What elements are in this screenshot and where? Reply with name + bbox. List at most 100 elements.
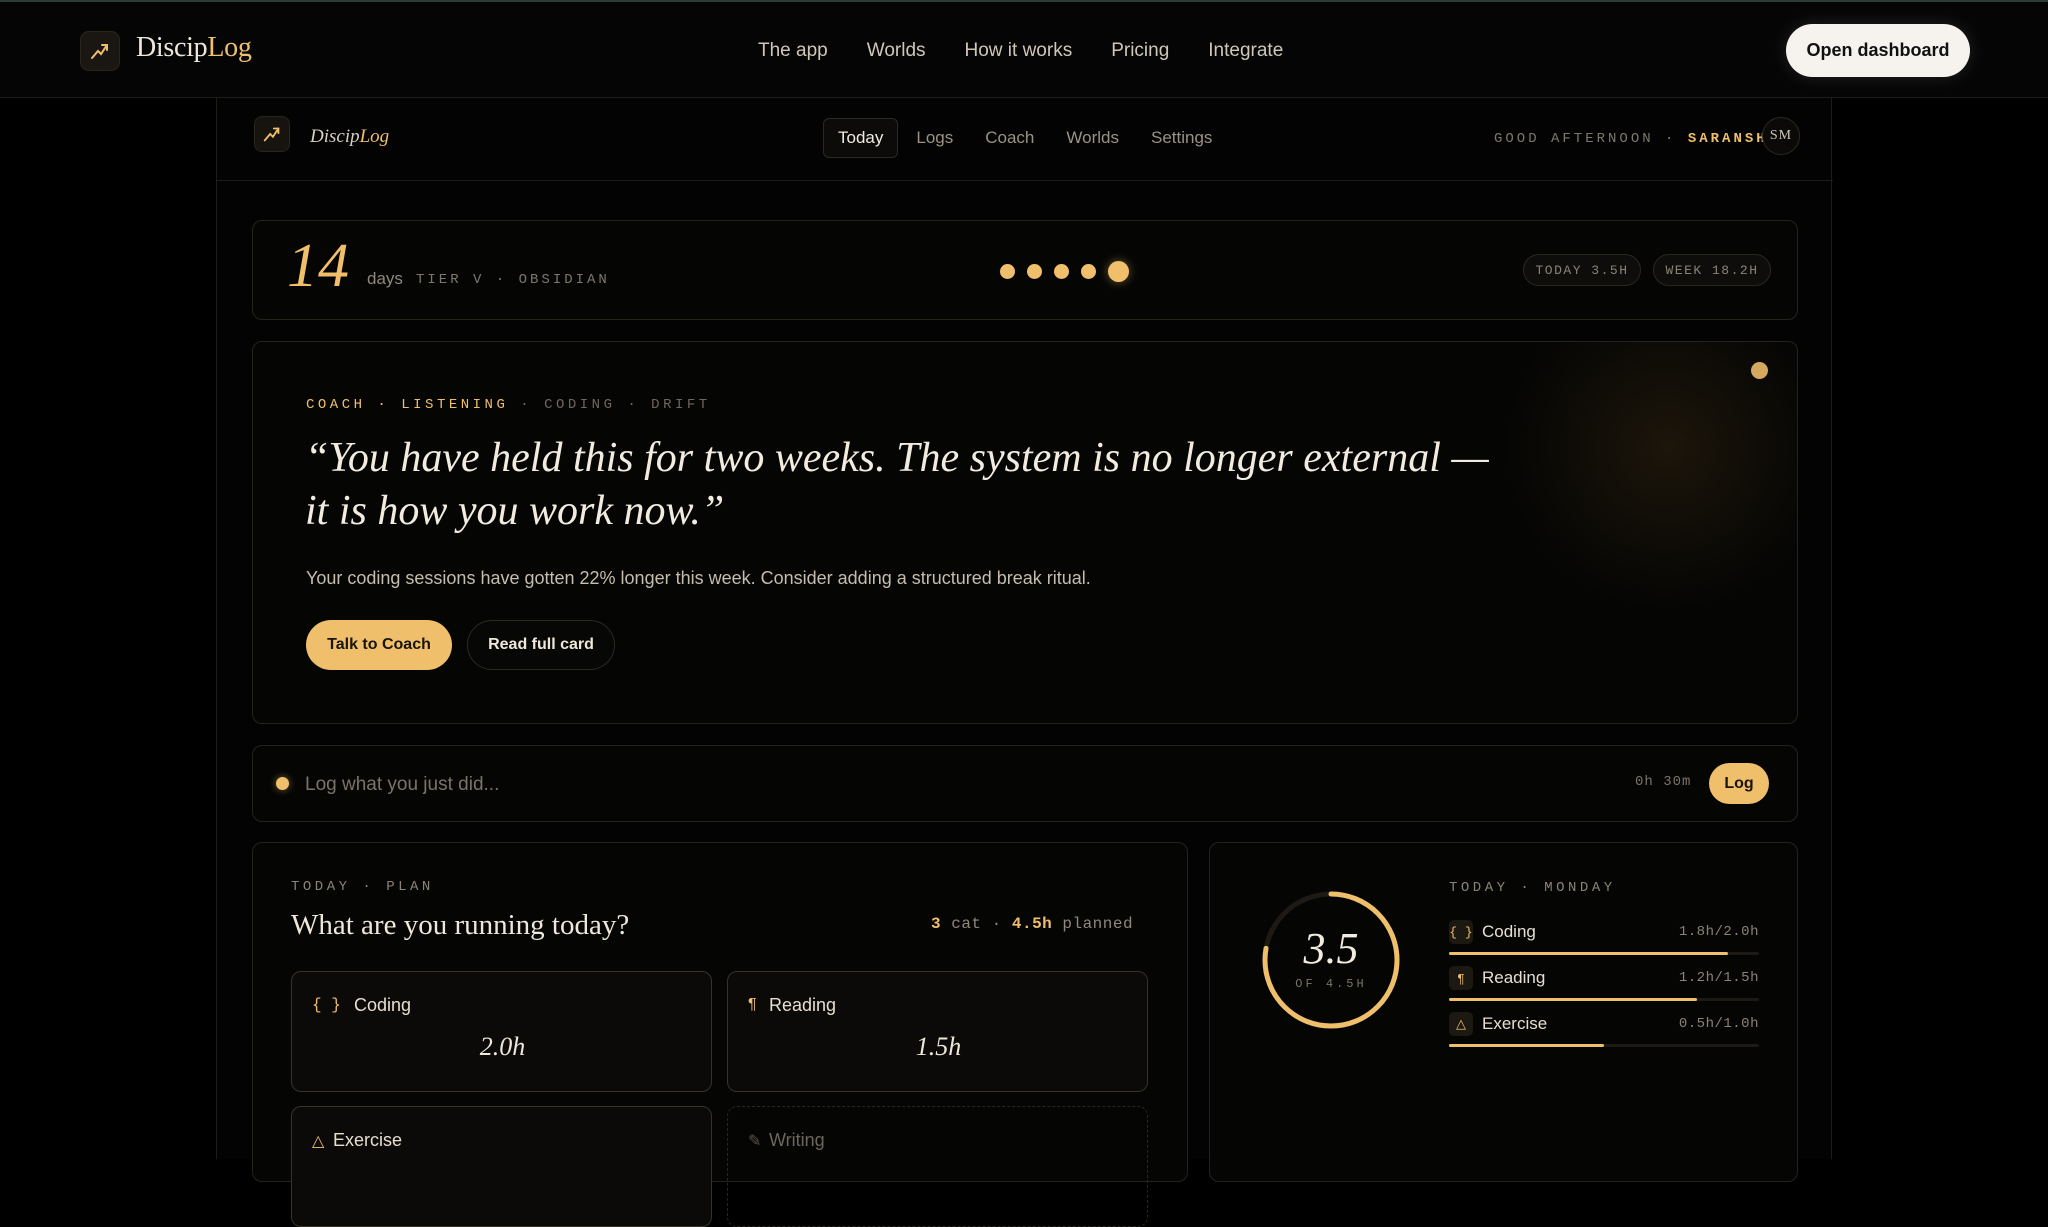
streak-unit: days <box>367 269 403 288</box>
arrow-trend-icon <box>263 127 280 142</box>
app-tabs: Today Logs Coach Worlds Settings <box>823 118 1226 158</box>
tab-today[interactable]: Today <box>823 118 899 158</box>
tile-hours: 2.0h <box>479 1032 526 1061</box>
category-row-coding[interactable]: { } Coding 1.8h/2.0h <box>1449 920 1759 962</box>
tag-context: · CODING · DRIFT <box>520 397 711 413</box>
app-logo-wordmark[interactable]: DiscipLog <box>310 126 389 148</box>
log-indicator-dot <box>276 777 289 790</box>
tab-worlds[interactable]: Worlds <box>1052 118 1133 158</box>
nav-link-pricing[interactable]: Pricing <box>1111 40 1169 62</box>
plan-tile-coding[interactable]: { } Coding 2.0h <box>291 971 712 1092</box>
category-row-exercise[interactable]: △ Exercise 0.5h/1.0h <box>1449 1012 1759 1054</box>
greeting-text: GOOD AFTERNOON <box>1494 131 1654 147</box>
today-progress-card: 3.5 OF 4.5H TODAY · MONDAY { } Coding 1.… <box>1209 842 1798 1182</box>
category-progress-fill <box>1449 952 1728 955</box>
app-header: DiscipLog Today Logs Coach Worlds Settin… <box>217 98 1833 181</box>
site-header: DiscipLog The app Worlds How it works Pr… <box>0 0 2048 98</box>
category-row-reading[interactable]: ¶ Reading 1.2h/1.5h <box>1449 966 1759 1008</box>
tab-settings[interactable]: Settings <box>1137 118 1226 158</box>
tile-name: Coding <box>354 995 412 1015</box>
log-button[interactable]: Log <box>1709 763 1769 804</box>
today-label: TODAY · MONDAY <box>1449 880 1616 896</box>
plan-planned-word: planned <box>1062 915 1134 933</box>
plan-card: TODAY · PLAN What are you running today?… <box>252 842 1188 1227</box>
category-value: 0.5h/1.0h <box>1678 1016 1759 1032</box>
category-progress-track <box>1449 998 1759 1001</box>
logo-part-a: Discip <box>310 126 360 147</box>
braces-icon: { } <box>312 996 341 1014</box>
streak-dot <box>1027 264 1042 279</box>
plan-tile-writing[interactable]: ✎ Writing <box>727 1106 1148 1227</box>
triangle-icon: △ <box>1449 1012 1473 1036</box>
streak-dot <box>1081 264 1096 279</box>
pilcrow-icon: ¶ <box>748 996 757 1013</box>
coach-glow <box>1503 342 1797 612</box>
tile-name: Reading <box>769 995 837 1015</box>
greeting-separator: · <box>1653 131 1688 147</box>
avatar[interactable]: SM <box>1762 117 1800 155</box>
log-input[interactable] <box>305 768 1305 802</box>
category-progress-fill <box>1449 998 1697 1001</box>
braces-icon: { } <box>1449 920 1473 944</box>
streak-dots <box>1000 261 1129 282</box>
log-bar: 0h 30m Log <box>252 745 1798 822</box>
category-value: 1.8h/2.0h <box>1678 924 1759 940</box>
app-logo-icon[interactable] <box>254 116 290 152</box>
tab-coach[interactable]: Coach <box>971 118 1048 158</box>
plan-summary: 3 cat · 4.5h planned <box>931 915 1133 933</box>
log-duration[interactable]: 0h 30m <box>1635 774 1691 790</box>
open-dashboard-button[interactable]: Open dashboard <box>1786 24 1970 77</box>
today-hours-badge: TODAY 3.5H <box>1523 254 1641 286</box>
pencil-icon: ✎ <box>748 1133 762 1150</box>
streak-dot-current <box>1108 261 1129 282</box>
category-value: 1.2h/1.5h <box>1678 970 1759 986</box>
plan-title: What are you running today? <box>291 909 630 941</box>
app-preview: DiscipLog Today Logs Coach Worlds Settin… <box>216 98 1833 1227</box>
streak-dot <box>1000 264 1015 279</box>
user-name: SARANSH <box>1687 131 1768 147</box>
plan-label: TODAY · PLAN <box>291 879 434 895</box>
tab-logs[interactable]: Logs <box>902 118 967 158</box>
plan-tile-reading[interactable]: ¶ Reading 1.5h <box>727 971 1148 1092</box>
category-progress-track <box>1449 1044 1759 1047</box>
logo-icon[interactable] <box>80 31 120 71</box>
greeting: GOOD AFTERNOON · SARANSH <box>1494 131 1768 147</box>
read-full-card-button[interactable]: Read full card <box>467 620 615 670</box>
tag-separator: · <box>365 397 402 413</box>
week-hours-badge: WEEK 18.2H <box>1653 254 1771 286</box>
progress-value: 3.5 <box>1303 924 1359 973</box>
progress-total: OF 4.5H <box>1295 977 1367 991</box>
logo-part-b: Log <box>207 32 252 63</box>
coach-status-dot <box>1751 362 1768 379</box>
plan-tile-exercise[interactable]: △ Exercise <box>291 1106 712 1227</box>
nav-link-integrate[interactable]: Integrate <box>1208 40 1283 62</box>
plan-cat-count: 3 <box>931 915 942 933</box>
streak-card: 14 days TIER V · OBSIDIAN TODAY 3.5H WEE… <box>252 220 1798 320</box>
pilcrow-icon: ¶ <box>1449 966 1473 990</box>
tile-name: Exercise <box>333 1130 403 1150</box>
nav-link-how-it-works[interactable]: How it works <box>965 40 1073 62</box>
category-name: Exercise <box>1482 1014 1548 1033</box>
tag-listening: LISTENING <box>401 397 509 413</box>
logo-part-a: Discip <box>136 32 208 63</box>
plan-hours: 4.5h <box>1011 915 1053 933</box>
coach-insight: Your coding sessions have gotten 22% lon… <box>306 568 1091 588</box>
plan-cat-word: cat <box>951 915 982 933</box>
category-name: Reading <box>1482 968 1546 987</box>
triangle-icon: △ <box>312 1133 325 1150</box>
nav-link-worlds[interactable]: Worlds <box>867 40 926 62</box>
streak-dot <box>1054 264 1069 279</box>
coach-tags: COACH · LISTENING · CODING · DRIFT <box>306 397 711 413</box>
tile-hours: 1.5h <box>915 1032 962 1061</box>
site-nav-links: The app Worlds How it works Pricing Inte… <box>758 40 1283 62</box>
site-logo-wordmark[interactable]: DiscipLog <box>136 32 252 64</box>
coach-card: COACH · LISTENING · CODING · DRIFT “You … <box>252 341 1798 724</box>
nav-link-the-app[interactable]: The app <box>758 40 828 62</box>
arrow-trend-icon <box>91 44 108 59</box>
coach-quote: “You have held this for two weeks. The s… <box>305 435 1489 534</box>
category-name: Coding <box>1482 922 1536 941</box>
talk-to-coach-button[interactable]: Talk to Coach <box>306 620 452 670</box>
tile-name: Writing <box>769 1130 825 1150</box>
category-progress-track <box>1449 952 1759 955</box>
streak-tier: TIER V · OBSIDIAN <box>416 272 610 288</box>
